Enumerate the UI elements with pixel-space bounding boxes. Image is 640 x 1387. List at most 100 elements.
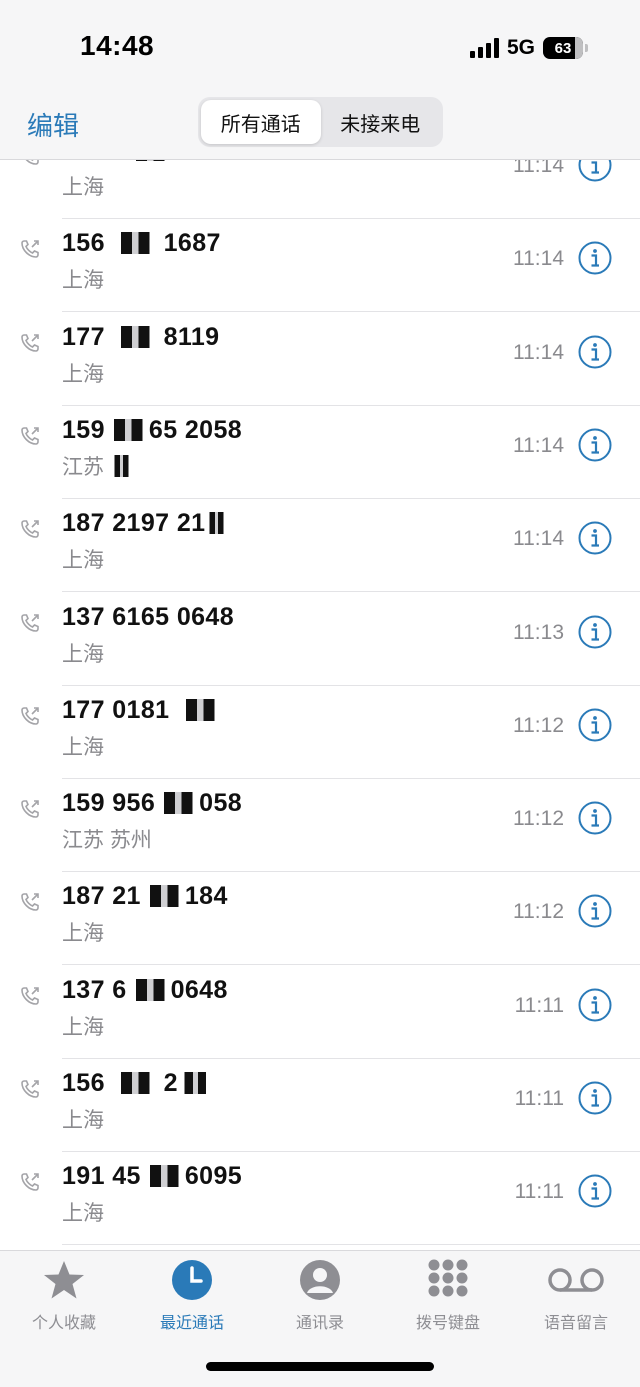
info-icon[interactable] bbox=[578, 988, 612, 1022]
caller-location: 江苏 bbox=[62, 451, 132, 481]
call-row[interactable]: 159 65 2058 江苏 11:14 bbox=[0, 406, 640, 499]
person-icon bbox=[300, 1260, 340, 1300]
caller-number: 156 2 bbox=[62, 1069, 211, 1098]
info-icon[interactable] bbox=[578, 615, 612, 649]
status-bar: 14:48 5G 63 bbox=[0, 0, 640, 96]
tab-label: 拨号键盘 bbox=[415, 1315, 480, 1332]
home-indicator bbox=[206, 1362, 434, 1371]
caller-location: 上海 bbox=[62, 922, 104, 946]
caller-number: 159 956 058 bbox=[62, 789, 243, 818]
recent-calls-list[interactable]: 191 4 6095上海11:14156 1687上海11:14177 8119… bbox=[0, 160, 640, 1250]
signal-icon bbox=[469, 38, 499, 58]
caller-location: 上海 bbox=[62, 549, 104, 573]
outgoing-call-icon bbox=[21, 333, 39, 352]
outgoing-call-icon bbox=[21, 706, 39, 725]
caller-location: 上海 bbox=[62, 735, 104, 759]
caller-location: 上海 bbox=[62, 362, 104, 386]
info-icon[interactable] bbox=[578, 521, 612, 555]
call-row[interactable]: 187 2197 21 上海 11:14 bbox=[0, 499, 640, 593]
caller-number: 156 1687 bbox=[62, 229, 221, 258]
call-time: 11:14 bbox=[513, 160, 564, 177]
outgoing-call-icon bbox=[21, 986, 39, 1005]
info-icon[interactable] bbox=[578, 241, 612, 275]
info-icon[interactable] bbox=[578, 801, 612, 835]
caller-number: 159 65 2058 bbox=[62, 415, 243, 444]
caller-location: 上海 bbox=[62, 176, 104, 199]
info-icon[interactable] bbox=[578, 1081, 612, 1115]
caller-location: 上海 bbox=[62, 1109, 104, 1132]
segment-all-calls[interactable]: 所有通话 bbox=[201, 100, 321, 144]
call-time: 11:11 bbox=[514, 1180, 564, 1204]
call-row[interactable]: 156 2 上海 11:11 bbox=[0, 1059, 640, 1152]
outgoing-call-icon bbox=[21, 800, 39, 818]
call-time: 11:12 bbox=[513, 900, 564, 924]
call-row[interactable]: 191 4 6095 上海 11:14 bbox=[0, 160, 640, 219]
call-time: 11:11 bbox=[514, 993, 564, 1017]
call-time: 11:14 bbox=[513, 433, 564, 457]
caller-location: 上海 bbox=[62, 642, 104, 666]
tab-contacts[interactable]: 通讯录 bbox=[256, 1259, 384, 1339]
call-row[interactable]: 137 6 0648 上海 11:11 bbox=[0, 966, 640, 1059]
call-time: 11:11 bbox=[514, 1087, 564, 1110]
status-indicators: 5G 63 bbox=[469, 36, 588, 60]
call-row[interactable]: 177 8119 上海 11:14 bbox=[0, 313, 640, 406]
caller-number: 137 6 0648 bbox=[62, 975, 228, 1004]
tab-label: 通讯录 bbox=[295, 1315, 344, 1332]
status-time: 14:48 bbox=[80, 30, 155, 61]
info-icon[interactable] bbox=[578, 894, 612, 928]
outgoing-call-icon bbox=[21, 240, 39, 259]
tab-label: 最近通话 bbox=[159, 1315, 224, 1332]
battery-icon: 63 bbox=[543, 37, 583, 59]
call-time: 11:14 bbox=[513, 247, 564, 271]
star-icon bbox=[44, 1261, 84, 1299]
outgoing-call-icon bbox=[21, 1080, 39, 1098]
calls-filter-segmented-control: 所有通话 未接来电 bbox=[198, 97, 443, 147]
caller-number: 187 2197 21 bbox=[62, 509, 228, 538]
clock-icon bbox=[172, 1260, 212, 1300]
tab-favorites[interactable]: 个人收藏 bbox=[0, 1259, 128, 1339]
caller-number: 191 4 6095 bbox=[62, 160, 235, 165]
info-icon[interactable] bbox=[578, 1174, 612, 1208]
caller-location: 上海 bbox=[62, 1015, 104, 1039]
tab-keypad[interactable]: 拨号键盘 bbox=[384, 1259, 512, 1339]
tab-recents[interactable]: 最近通话 bbox=[128, 1259, 256, 1339]
call-row[interactable]: 159 956 058 江苏 苏州 11:12 bbox=[0, 779, 640, 873]
call-time: 11:14 bbox=[513, 340, 564, 364]
caller-location: 上海 bbox=[62, 269, 104, 293]
call-time: 11:14 bbox=[513, 527, 564, 551]
outgoing-call-icon bbox=[21, 893, 39, 912]
edit-button[interactable]: 编辑 bbox=[27, 106, 79, 143]
call-row[interactable]: 156 1687 上海 11:14 bbox=[0, 219, 640, 313]
segment-missed-calls[interactable]: 未接来电 bbox=[321, 100, 441, 144]
outgoing-call-icon bbox=[21, 427, 39, 445]
call-row[interactable]: 187 21 184 上海 11:12 bbox=[0, 872, 640, 966]
caller-location: 江苏 苏州 bbox=[62, 829, 152, 853]
outgoing-call-icon bbox=[21, 613, 39, 632]
caller-number: 137 6165 0648 bbox=[62, 602, 235, 631]
outgoing-call-icon bbox=[21, 520, 39, 538]
info-icon[interactable] bbox=[578, 708, 612, 742]
outgoing-call-icon bbox=[25, 160, 39, 165]
caller-number: 187 21 184 bbox=[62, 882, 228, 911]
call-row[interactable]: 191 45 6095 上海 11:11 bbox=[0, 1152, 640, 1246]
caller-number: 191 45 6095 bbox=[62, 1162, 243, 1191]
info-icon[interactable] bbox=[578, 335, 612, 369]
outgoing-call-icon bbox=[21, 1173, 39, 1192]
caller-location: 上海 bbox=[62, 1202, 104, 1226]
call-time: 11:12 bbox=[513, 713, 564, 737]
tab-label: 语音留言 bbox=[543, 1315, 608, 1332]
voicemail-icon bbox=[548, 1268, 604, 1292]
call-time: 11:13 bbox=[513, 620, 564, 644]
tab-label: 个人收藏 bbox=[31, 1315, 96, 1332]
info-icon[interactable] bbox=[578, 160, 612, 182]
call-row[interactable]: 137 6165 0648 上海 11:13 bbox=[0, 593, 640, 686]
battery-level: 63 bbox=[554, 39, 572, 57]
keypad-icon bbox=[428, 1259, 468, 1297]
tab-voicemail[interactable]: 语音留言 bbox=[512, 1259, 640, 1339]
call-row[interactable]: 177 0181 上海 11:12 bbox=[0, 686, 640, 779]
navigation-header: 编辑 所有通话 未接来电 bbox=[0, 96, 640, 160]
caller-number: 177 0181 bbox=[62, 696, 221, 725]
caller-number: 177 8119 bbox=[62, 322, 220, 351]
network-label: 5G bbox=[506, 36, 535, 59]
info-icon[interactable] bbox=[578, 428, 612, 462]
